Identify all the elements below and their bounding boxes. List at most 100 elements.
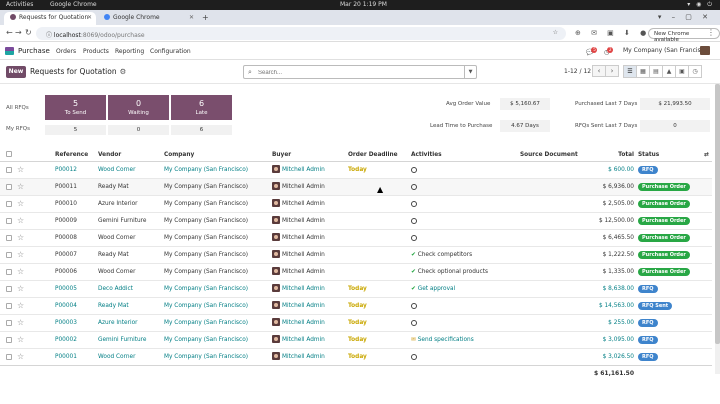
list-view-icon[interactable]: ☰ [623,65,637,78]
col-reference[interactable]: Reference [55,152,88,158]
table-row[interactable]: ☆ P00011 Ready Mat My Company (San Francisc… [0,179,712,196]
table-row[interactable]: ☆ P00005 Deco Addict My Company (San Franci… [0,281,712,298]
new-button[interactable]: New [6,66,26,78]
row-checkbox[interactable] [6,269,12,275]
col-activities[interactable]: Activities [411,152,442,158]
site-info-icon[interactable]: ⓘ [46,32,54,39]
select-all-checkbox[interactable] [6,151,12,157]
new-tab-icon[interactable]: + [202,13,209,22]
address-bar[interactable]: ⓘ localhost:8069/odoo/purchase ☆ [36,27,566,40]
window-controls[interactable]: ▾ – ▢ ✕ [658,13,712,21]
priority-star-icon[interactable]: ☆ [17,233,24,242]
forward-icon[interactable]: → [15,28,22,37]
table-row[interactable]: ☆ P00010 Azure Interior My Company (San Fra… [0,196,712,213]
table-row[interactable]: ☆ P00003 Azure Interior My Company (San Fra… [0,315,712,332]
activity-email-icon[interactable]: ✉ [411,337,416,343]
table-row[interactable]: ☆ P00001 Wood Corner My Company (San Franci… [0,349,712,366]
activity-check-icon[interactable]: ✔ [411,269,416,275]
priority-star-icon[interactable]: ☆ [17,216,24,225]
activities-button[interactable]: Activities [6,1,33,8]
activity-clock-icon[interactable] [411,218,417,224]
pivot-view-icon[interactable]: ▤ [649,65,663,78]
optional-columns-icon[interactable]: ⇄ [704,152,709,158]
table-row[interactable]: ☆ P00007 Ready Mat My Company (San Francisc… [0,247,712,264]
priority-star-icon[interactable]: ☆ [17,301,24,310]
late-card[interactable]: 6 Late [171,95,232,120]
back-icon[interactable]: ← [6,28,13,37]
search-box[interactable]: ⌕ ▼ [243,65,477,79]
activity-clock-icon[interactable] [411,320,417,326]
priority-star-icon[interactable]: ☆ [17,250,24,259]
extension-icons[interactable]: ⊕ ✉ ▣ ⬇ ● [575,29,650,37]
system-tray-icons[interactable]: ▾ ◉ ⏻ [687,1,714,9]
row-checkbox[interactable] [6,320,12,326]
activity-check-icon[interactable]: ✔ [411,286,416,292]
col-buyer[interactable]: Buyer [272,152,291,158]
browser-tab-active[interactable]: Requests for Quotation ✕ [4,12,96,25]
col-order-deadline[interactable]: Order Deadline [348,152,398,158]
row-checkbox[interactable] [6,235,12,241]
my-to-send-count[interactable]: 5 [45,125,106,135]
activity-clock-icon[interactable] [411,235,417,241]
row-checkbox[interactable] [6,184,12,190]
row-checkbox[interactable] [6,218,12,224]
priority-star-icon[interactable]: ☆ [17,352,24,361]
priority-star-icon[interactable]: ☆ [17,182,24,191]
table-row[interactable]: ☆ P00006 Wood Corner My Company (San Franci… [0,264,712,281]
search-input[interactable] [258,68,458,77]
menu-orders[interactable]: Orders [56,48,76,55]
my-late-count[interactable]: 6 [171,125,232,135]
pager-value[interactable]: 1-12 / 12 [564,68,591,75]
priority-star-icon[interactable]: ☆ [17,318,24,327]
row-checkbox[interactable] [6,303,12,309]
table-row[interactable]: ☆ P00012 Wood Corner My Company (San Franci… [0,162,712,179]
close-tab-icon[interactable]: ✕ [87,14,92,21]
browser-tab[interactable]: Google Chrome ✕ [98,12,198,25]
user-avatar[interactable] [700,46,710,55]
gear-icon[interactable]: ⚙ [120,67,127,76]
col-vendor[interactable]: Vendor [98,152,121,158]
reload-icon[interactable]: ↻ [25,28,32,37]
scrollbar-thumb[interactable] [715,84,720,344]
search-options-toggle-icon[interactable]: ▼ [464,66,476,78]
priority-star-icon[interactable]: ☆ [17,335,24,344]
col-source-document[interactable]: Source Document [520,152,578,158]
priority-star-icon[interactable]: ☆ [17,267,24,276]
activity-check-icon[interactable]: ✔ [411,252,416,258]
table-row[interactable]: ☆ P00009 Gemini Furniture My Company (San F… [0,213,712,230]
close-tab-icon[interactable]: ✕ [189,14,194,21]
table-row[interactable]: ☆ P00004 Ready Mat My Company (San Francisc… [0,298,712,315]
chat-icon[interactable]: 💬5 [586,47,598,56]
table-row[interactable]: ☆ P00008 Wood Corner My Company (San Franci… [0,230,712,247]
company-switcher[interactable]: My Company (San Francisco) [623,47,710,54]
purchase-app-icon[interactable] [5,47,14,55]
priority-star-icon[interactable]: ☆ [17,284,24,293]
menu-products[interactable]: Products [83,48,109,55]
priority-star-icon[interactable]: ☆ [17,165,24,174]
col-status[interactable]: Status [638,152,659,158]
my-waiting-count[interactable]: 0 [108,125,169,135]
calendar-view-icon[interactable]: ▣ [675,65,689,78]
kanban-view-icon[interactable]: ▦ [636,65,650,78]
activity-clock-icon[interactable] [411,303,417,309]
row-checkbox[interactable] [6,337,12,343]
activity-clock-icon[interactable] [411,167,417,173]
graph-view-icon[interactable]: ▲ [662,65,676,78]
row-checkbox[interactable] [6,286,12,292]
app-name[interactable]: Purchase [18,47,50,55]
table-row[interactable]: ☆ P00002 Gemini Furniture My Company (San F… [0,332,712,349]
menu-configuration[interactable]: Configuration [150,48,191,55]
activity-clock-icon[interactable]: ◷2 [604,47,614,56]
col-total[interactable]: Total [618,152,634,158]
activity-clock-icon[interactable] [411,201,417,207]
row-checkbox[interactable] [6,201,12,207]
bookmark-star-icon[interactable]: ☆ [553,29,558,36]
chrome-menu-icon[interactable]: ⋮ [707,28,715,37]
pager-previous-icon[interactable]: ‹ [592,65,606,77]
priority-star-icon[interactable]: ☆ [17,199,24,208]
waiting-card[interactable]: 0 Waiting [108,95,169,120]
pager-next-icon[interactable]: › [605,65,619,77]
to-send-card[interactable]: 5 To Send [45,95,106,120]
row-checkbox[interactable] [6,167,12,173]
row-checkbox[interactable] [6,252,12,258]
